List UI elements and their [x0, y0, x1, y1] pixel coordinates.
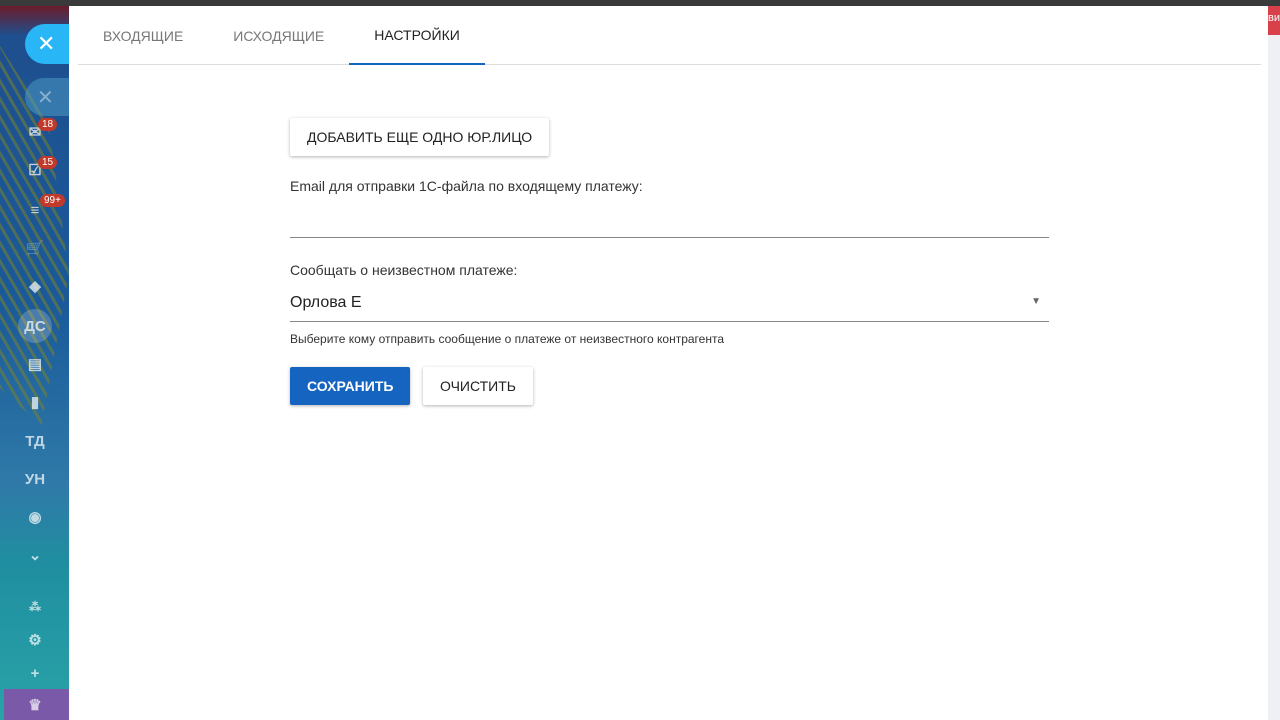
notify-label: Сообщать о неизвестном платеже:: [290, 262, 518, 278]
clear-button[interactable]: ОЧИСТИТЬ: [423, 367, 533, 405]
plus-icon[interactable]: +: [18, 659, 52, 687]
chevron-down-icon[interactable]: ⌄: [18, 541, 52, 569]
tab-incoming[interactable]: ВХОДЯЩИЕ: [78, 6, 208, 65]
dropdown-arrow-icon: ▼: [1031, 296, 1041, 307]
share-icon[interactable]: ⁂: [18, 593, 52, 621]
filter-badge: 99+: [40, 194, 65, 207]
email-label: Email для отправки 1С-файла по входящему…: [290, 178, 643, 194]
gear-icon[interactable]: ⚙: [18, 626, 52, 654]
tabs: ВХОДЯЩИЕ ИСХОДЯЩИЕ НАСТРОЙКИ: [78, 6, 1261, 65]
close-panel-button[interactable]: ✕: [25, 24, 75, 64]
document-icon[interactable]: ▮: [18, 388, 52, 416]
close-secondary-button[interactable]: ✕: [25, 78, 75, 116]
sidebar-item-un[interactable]: УН: [18, 465, 52, 493]
tab-settings[interactable]: НАСТРОЙКИ: [349, 6, 485, 65]
right-edge-panel: [1268, 6, 1280, 720]
tasks-badge: 15: [38, 156, 58, 169]
save-button[interactable]: СОХРАНИТЬ: [290, 367, 411, 405]
robot-icon[interactable]: ◉: [18, 503, 52, 531]
sidebar-item-td[interactable]: ТД: [18, 427, 52, 455]
cart-icon[interactable]: 🛒: [18, 234, 52, 262]
storage-icon[interactable]: ▤: [18, 350, 52, 378]
email-field[interactable]: [290, 208, 1049, 238]
mail-badge: 18: [38, 118, 58, 131]
right-tag[interactable]: ви: [1268, 6, 1280, 35]
add-entity-button[interactable]: ДОБАВИТЬ ЕЩЕ ОДНО ЮР.ЛИЦО: [290, 118, 550, 156]
notify-value: Орлова Е: [290, 294, 362, 311]
sidebar-item-ds[interactable]: ДС: [18, 309, 52, 343]
crown-icon: ♛: [28, 697, 42, 714]
tab-outgoing[interactable]: ИСХОДЯЩИЕ: [208, 6, 349, 65]
main-panel: ВХОДЯЩИЕ ИСХОДЯЩИЕ НАСТРОЙКИ ДОБАВИТЬ ЕЩ…: [69, 6, 1268, 720]
notify-select[interactable]: Орлова Е ▼: [290, 288, 1049, 322]
notify-hint: Выберите кому отправить сообщение о плат…: [290, 332, 724, 346]
premium-item[interactable]: ♛: [4, 689, 69, 720]
box-icon[interactable]: ◆: [18, 272, 52, 300]
